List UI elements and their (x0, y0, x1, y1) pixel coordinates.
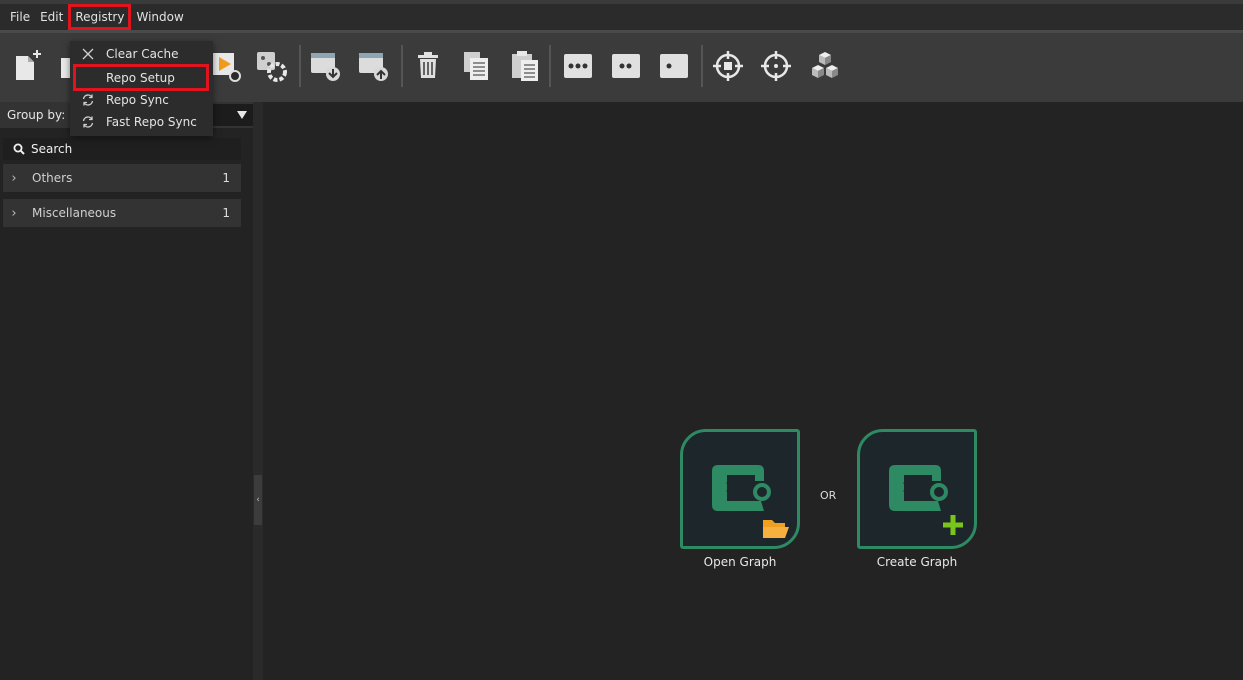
toolbar-separator (701, 45, 703, 87)
target-icon[interactable] (708, 43, 748, 89)
menu-item-repo-setup[interactable]: Repo Setup (73, 64, 209, 91)
folder-icon (763, 520, 789, 538)
menu-registry[interactable]: Registry (68, 4, 132, 30)
menu-item-clear-cache[interactable]: Clear Cache (70, 43, 213, 65)
menu-item-label: Repo Setup (106, 70, 175, 85)
search-input[interactable]: Search (3, 138, 241, 160)
chevron-right-icon: › (11, 205, 17, 221)
cubes-icon[interactable] (805, 43, 845, 89)
toolbar-separator (549, 45, 551, 87)
panel-splitter[interactable] (253, 102, 263, 680)
download-icon[interactable] (305, 43, 345, 89)
menu-file[interactable]: File (5, 4, 35, 30)
menu-item-label: Fast Repo Sync (106, 115, 197, 129)
menu-item-label: Clear Cache (106, 47, 179, 61)
search-label: Search (31, 142, 73, 156)
chevron-right-icon: › (11, 170, 17, 186)
category-name: Miscellaneous (32, 206, 117, 220)
node-library-panel: Group by: Search › Others 1 › Miscellane… (0, 102, 253, 680)
create-graph-label: Create Graph (876, 555, 958, 569)
settings-icon[interactable] (251, 43, 291, 89)
toolbar-separator (401, 45, 403, 87)
or-label: OR (820, 489, 837, 502)
app-window: File Edit Registry Window Group by: Sear… (0, 0, 1243, 680)
one-dot-icon[interactable] (654, 43, 694, 89)
copy-icon[interactable] (456, 43, 496, 89)
menu-item-repo-sync[interactable]: Repo Sync (70, 89, 213, 111)
two-dots-icon[interactable] (606, 43, 646, 89)
category-name: Others (32, 171, 73, 185)
three-dots-icon[interactable] (558, 43, 598, 89)
delete-icon[interactable] (408, 43, 448, 89)
open-graph-button[interactable] (680, 429, 800, 549)
paste-icon[interactable] (505, 43, 545, 89)
crosshair-icon[interactable] (756, 43, 796, 89)
upload-icon[interactable] (353, 43, 393, 89)
plus-icon (943, 515, 963, 535)
menu-item-fast-repo-sync[interactable]: Fast Repo Sync (70, 111, 213, 133)
category-row[interactable]: › Others 1 (3, 164, 241, 192)
create-graph-button[interactable] (857, 429, 977, 549)
category-count: 1 (222, 206, 230, 220)
collapse-panel-handle[interactable]: ‹ (254, 475, 262, 525)
toolbar-separator (299, 45, 301, 87)
graph-canvas[interactable] (263, 102, 1243, 680)
menu-item-label: Repo Sync (106, 93, 169, 107)
open-graph-label: Open Graph (703, 555, 777, 569)
sync-icon (70, 93, 106, 107)
menu-window[interactable]: Window (131, 4, 188, 30)
menu-bar: File Edit Registry Window (0, 4, 1243, 30)
close-icon (70, 48, 106, 60)
registry-dropdown-menu: Clear Cache Repo Setup Repo Sync Fast Re… (70, 41, 213, 136)
group-by-label: Group by: (7, 108, 66, 122)
search-icon (13, 143, 25, 155)
sync-icon (70, 115, 106, 129)
new-file-icon[interactable] (8, 43, 48, 89)
chevron-down-icon[interactable] (230, 104, 253, 126)
menu-edit[interactable]: Edit (35, 4, 68, 30)
category-count: 1 (222, 171, 230, 185)
category-row[interactable]: › Miscellaneous 1 (3, 199, 241, 227)
